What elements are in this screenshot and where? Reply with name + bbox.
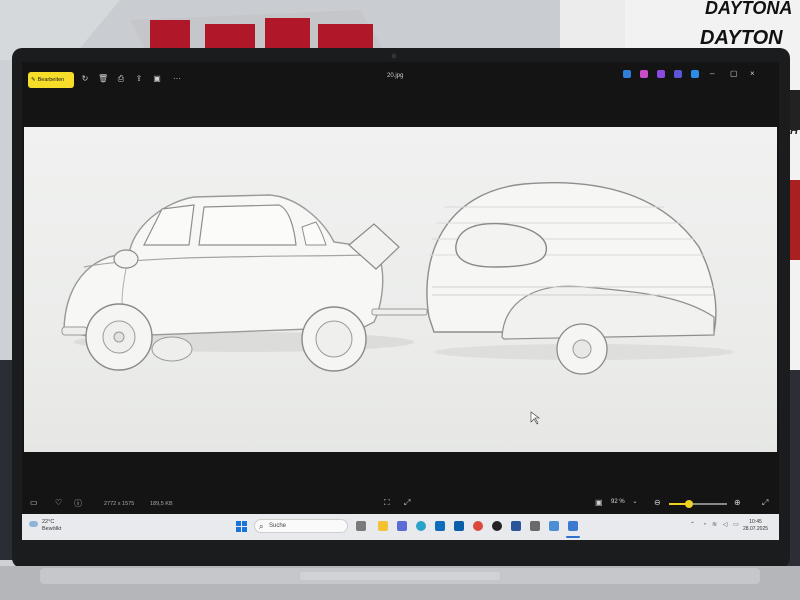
app-icon-dark[interactable] — [492, 521, 502, 531]
edit-button-label: Bearbeiten — [37, 77, 65, 83]
fullscreen-icon[interactable]: ⤢ — [762, 498, 768, 508]
favorite-icon[interactable]: ♡ — [55, 498, 62, 507]
app-link-icon-1[interactable] — [623, 70, 631, 78]
crop-icon[interactable]: ⛶ — [384, 498, 390, 508]
zoom-level-dropdown[interactable]: 92 % ⌄ — [611, 498, 641, 508]
weather-temp: 22°C — [42, 519, 55, 525]
car-front-wheel — [85, 303, 153, 371]
poster-text-1: DAYTONA — [705, 0, 792, 18]
tools-icon[interactable] — [530, 521, 540, 531]
minimize-button[interactable]: – — [710, 69, 714, 78]
fit-to-window-icon[interactable]: ⤢ — [404, 498, 410, 508]
pencil-icon: ✎ — [31, 77, 36, 83]
wifi-icon: ≋ — [712, 522, 718, 528]
windows-start-icon[interactable] — [236, 521, 247, 532]
clock-time: 10:45 — [749, 519, 762, 525]
search-placeholder: Suche — [269, 523, 287, 529]
isetta-with-trailer-image — [61, 181, 734, 425]
mail-icon[interactable] — [454, 521, 464, 531]
system-tray[interactable]: ⌃ ◔ ≋ ◁ ▭ — [690, 521, 739, 528]
onedrive-icon[interactable] — [691, 70, 699, 78]
share-icon[interactable]: ⇪ — [134, 74, 144, 84]
battery-icon: ▭ — [733, 522, 739, 528]
chrome-icon[interactable] — [473, 521, 483, 531]
laptop-screen: ✎ Bearbeiten ↻ 🗑 ⎙ ⇪ ▣ ··· 20.jpg – ▢ × — [22, 62, 779, 540]
maximize-button[interactable]: ▢ — [730, 69, 738, 78]
zoom-out-icon[interactable]: ⊖ — [654, 498, 661, 507]
chevron-down-icon: ⌄ — [632, 499, 638, 505]
taskbar-search-box[interactable]: ⌕ Suche — [254, 519, 348, 533]
rotate-icon[interactable]: ↻ — [80, 74, 90, 84]
weather-widget[interactable]: 22°C Bewölkt — [29, 519, 62, 533]
clock-date: 28.07.2025 — [743, 526, 769, 532]
file-size: 189,5 KB — [150, 501, 173, 507]
volume-icon: ◁ — [722, 522, 728, 528]
edge-icon[interactable] — [416, 521, 426, 531]
image-dimensions: 2772 x 1575 — [104, 501, 135, 507]
weather-desc: Bewölkt — [42, 526, 62, 532]
windows-taskbar: 22°C Bewölkt ⌕ Suche ⌃ ◔ ≋ ◁ ▭ 10:45 28.… — [22, 514, 779, 540]
zoom-slider-handle[interactable] — [685, 500, 694, 508]
info-icon[interactable]: ⓘ — [74, 498, 82, 509]
zoom-level-value: 92 % — [611, 499, 625, 505]
close-button[interactable]: × — [750, 69, 755, 78]
outlook-icon[interactable] — [435, 521, 445, 531]
zoom-in-icon[interactable]: ⊕ — [734, 498, 741, 507]
file-explorer-icon[interactable] — [378, 521, 388, 531]
trailer-wheel — [556, 323, 608, 375]
slideshow-icon[interactable]: ▣ — [152, 74, 162, 84]
photos-toolbar: ✎ Bearbeiten ↻ 🗑 ⎙ ⇪ ▣ ··· 20.jpg – ▢ × — [22, 62, 779, 90]
photos-app-icon[interactable] — [568, 521, 578, 531]
search-icon: ⌕ — [259, 522, 264, 531]
chevron-up-icon: ⌃ — [690, 522, 696, 528]
car-rear-wheel — [301, 306, 367, 372]
mouse-cursor-icon — [530, 411, 540, 425]
settings-icon[interactable] — [549, 521, 559, 531]
word-icon[interactable] — [511, 521, 521, 531]
photo-status-bar: ▭ ♡ ⓘ 2772 x 1575 189,5 KB ⛶ ⤢ ▣ 92 % ⌄ … — [22, 492, 779, 512]
taskbar-clock[interactable]: 10:45 28.07.2025 — [743, 519, 768, 533]
filmstrip-icon[interactable]: ▭ — [30, 498, 38, 507]
teams-icon[interactable] — [397, 521, 407, 531]
zoom-slider[interactable] — [669, 500, 727, 508]
teardrop-trailer — [426, 181, 717, 340]
webcam — [391, 53, 397, 59]
actual-size-icon[interactable]: ▣ — [595, 498, 603, 507]
app-link-icon-2[interactable] — [640, 70, 648, 78]
task-view-icon[interactable] — [356, 521, 366, 531]
more-options-icon[interactable]: ··· — [172, 74, 182, 84]
file-name: 20.jpg — [387, 73, 404, 79]
photo-canvas[interactable] — [24, 127, 777, 452]
network-icon: ◔ — [702, 522, 707, 528]
edit-button[interactable]: ✎ Bearbeiten — [28, 72, 74, 88]
app-link-icon-3[interactable] — [657, 70, 665, 78]
print-icon[interactable]: ⎙ — [116, 74, 126, 84]
active-app-indicator — [566, 536, 580, 538]
poster-text-2: DAYTON — [700, 27, 783, 49]
app-link-icon-4[interactable] — [674, 70, 682, 78]
cloud-icon — [29, 521, 38, 527]
delete-icon[interactable]: 🗑 — [98, 74, 108, 84]
